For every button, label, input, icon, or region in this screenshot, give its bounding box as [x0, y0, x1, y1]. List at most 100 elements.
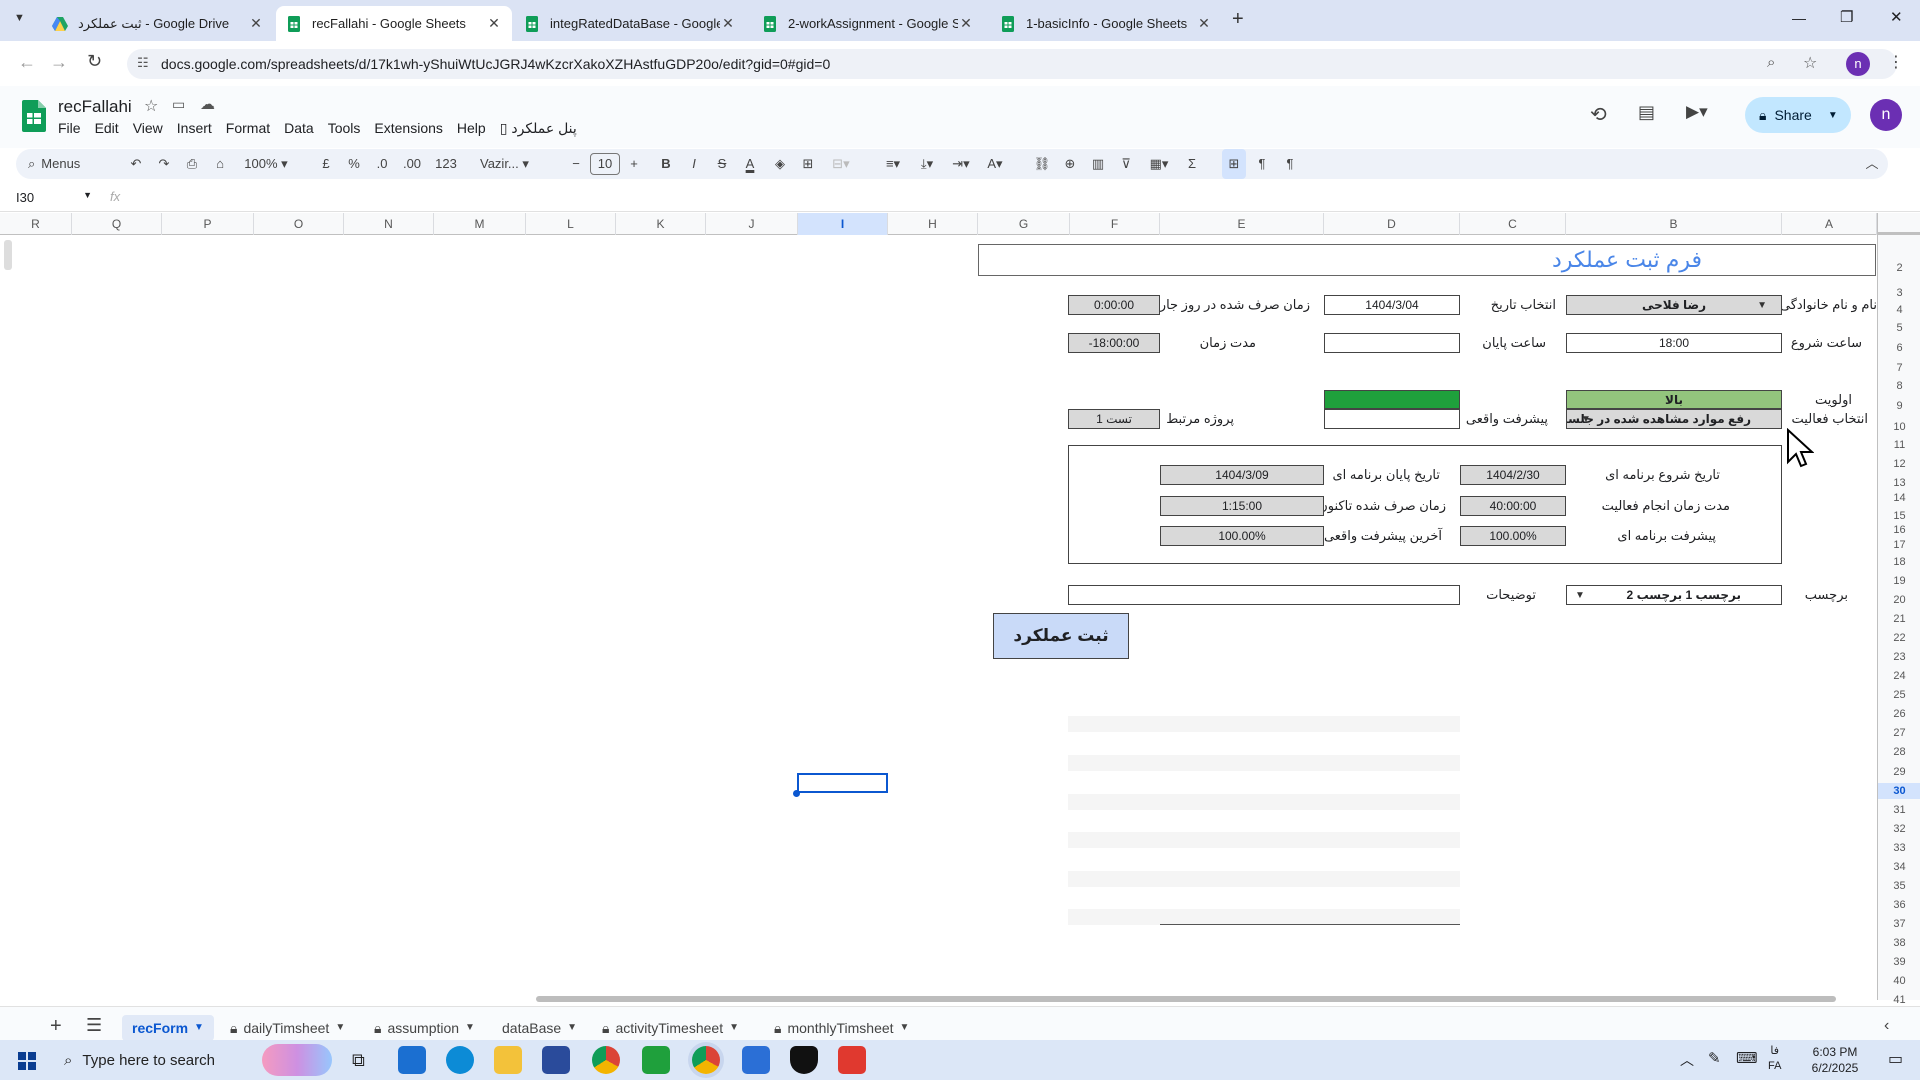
- sheets-logo-icon[interactable]: [22, 100, 46, 132]
- window-close-icon[interactable]: ✕: [1890, 8, 1903, 26]
- row-header[interactable]: 9: [1878, 398, 1920, 414]
- increase-decimal-button[interactable]: .00: [398, 149, 426, 179]
- column-header[interactable]: J: [706, 213, 798, 235]
- vertical-align-icon[interactable]: ⤓▾: [912, 149, 942, 179]
- explore-collapse-icon[interactable]: ‹: [1884, 1017, 1889, 1035]
- menu-help[interactable]: Help: [457, 120, 486, 137]
- all-sheets-icon[interactable]: ☰: [86, 1015, 102, 1036]
- print-icon[interactable]: ⎙: [180, 149, 204, 179]
- merge-cells-icon[interactable]: ⊟▾: [826, 149, 856, 179]
- chrome-icon[interactable]: [592, 1046, 620, 1074]
- column-header[interactable]: G: [978, 213, 1070, 235]
- functions-icon[interactable]: Σ: [1182, 149, 1202, 179]
- row-header[interactable]: 32: [1878, 821, 1920, 837]
- meet-icon[interactable]: ▶▾: [1686, 102, 1708, 122]
- row-header[interactable]: 17: [1878, 537, 1920, 553]
- comment-icon[interactable]: ⊕: [1060, 149, 1080, 179]
- edge-icon[interactable]: [446, 1046, 474, 1074]
- row-header[interactable]: 5: [1878, 320, 1920, 336]
- column-header[interactable]: Q: [72, 213, 162, 235]
- row-header[interactable]: 18: [1878, 554, 1920, 570]
- tab-search-icon[interactable]: ▼: [14, 12, 30, 28]
- column-header[interactable]: N: [344, 213, 434, 235]
- windows-start-icon[interactable]: [18, 1052, 36, 1070]
- row-header[interactable]: 38: [1878, 935, 1920, 951]
- share-button[interactable]: 🔒︎ Share ▼: [1745, 97, 1851, 133]
- activity-select[interactable]: رفع موارد مشاهده شده در جلسات...▼: [1566, 409, 1782, 429]
- font-size-input[interactable]: 10: [590, 153, 620, 175]
- row-header[interactable]: 19: [1878, 573, 1920, 589]
- text-rotation-icon[interactable]: A▾: [980, 149, 1010, 179]
- chrome-active-icon[interactable]: [692, 1046, 720, 1074]
- store-icon[interactable]: [398, 1046, 426, 1074]
- close-icon[interactable]: ✕: [958, 15, 974, 32]
- select-all-corner[interactable]: [1877, 213, 1920, 235]
- font-select[interactable]: Vazir... ▾: [472, 149, 552, 179]
- bold-icon[interactable]: B: [656, 149, 676, 179]
- doc-title[interactable]: recFallahi: [58, 97, 132, 117]
- account-avatar[interactable]: n: [1870, 99, 1902, 131]
- menus-search-button[interactable]: ⌕ Menus: [28, 149, 118, 179]
- collapse-toolbar-icon[interactable]: ︿: [1862, 149, 1882, 179]
- security-shield-icon[interactable]: [790, 1046, 818, 1074]
- column-header-selected[interactable]: I: [798, 213, 888, 235]
- sheet-tab[interactable]: 🔒︎ assumption ▼: [364, 1015, 485, 1041]
- close-icon[interactable]: ✕: [248, 15, 264, 32]
- number-format-button[interactable]: 123: [430, 149, 462, 179]
- menu-edit[interactable]: Edit: [95, 120, 119, 137]
- freeze-icon[interactable]: ⊞: [1222, 149, 1246, 179]
- row-header[interactable]: 24: [1878, 668, 1920, 684]
- tag-select[interactable]: برچسب 1 برچسب 2 ▼: [1566, 585, 1782, 605]
- selected-cell[interactable]: [797, 773, 888, 793]
- browser-tab[interactable]: 1-basicInfo - Google Sheets ✕: [990, 6, 1222, 41]
- browser-tab[interactable]: 2-workAssignment - Google Sh ✕: [752, 6, 984, 41]
- forward-icon[interactable]: →: [50, 52, 68, 73]
- paint-format-icon[interactable]: ⌂: [208, 149, 232, 179]
- column-header[interactable]: H: [888, 213, 978, 235]
- row-header[interactable]: 28: [1878, 744, 1920, 760]
- tray-chevron-icon[interactable]: ︿: [1680, 1050, 1694, 1070]
- italic-icon[interactable]: I: [684, 149, 704, 179]
- sheet-tab[interactable]: 🔒︎ monthlyTimsheet ▼: [764, 1015, 919, 1041]
- new-tab-icon[interactable]: +: [1232, 8, 1244, 31]
- close-icon[interactable]: ✕: [486, 15, 502, 32]
- row-header[interactable]: 37: [1878, 916, 1920, 932]
- end-time-field[interactable]: [1324, 333, 1460, 353]
- cloud-status-icon[interactable]: ☁: [200, 95, 215, 113]
- camtasia-icon[interactable]: [642, 1046, 670, 1074]
- site-info-icon[interactable]: ☷: [137, 55, 149, 71]
- decrease-decimal-button[interactable]: .0: [370, 149, 394, 179]
- row-header[interactable]: 6: [1878, 340, 1920, 356]
- recorder-icon[interactable]: [838, 1046, 866, 1074]
- font-size-decrease-icon[interactable]: −: [566, 149, 586, 179]
- row-header[interactable]: 26: [1878, 706, 1920, 722]
- row-header[interactable]: 36: [1878, 897, 1920, 913]
- row-header[interactable]: 14: [1878, 490, 1920, 506]
- row-header[interactable]: 10: [1878, 419, 1920, 435]
- column-header[interactable]: A: [1782, 213, 1877, 235]
- column-header[interactable]: R: [0, 213, 72, 235]
- percent-button[interactable]: %: [344, 149, 364, 179]
- defender-icon[interactable]: [742, 1046, 770, 1074]
- url-field[interactable]: ☷ docs.google.com/spreadsheets/d/17k1wh-…: [127, 49, 1897, 79]
- browser-tab[interactable]: integRatedDataBase - Google S ✕: [514, 6, 746, 41]
- column-header[interactable]: K: [616, 213, 706, 235]
- star-icon[interactable]: ☆: [144, 96, 158, 116]
- description-field[interactable]: [1068, 585, 1460, 605]
- redo-icon[interactable]: ↷: [152, 149, 176, 179]
- row-header[interactable]: 11: [1878, 437, 1920, 453]
- borders-icon[interactable]: ⊞: [798, 149, 818, 179]
- ltr-icon[interactable]: ¶: [1250, 149, 1274, 179]
- strikethrough-icon[interactable]: S: [712, 149, 732, 179]
- grid[interactable]: فرم ثبت عملکرد نام و نام خانوادگی رضا فل…: [0, 235, 1877, 1000]
- row-header[interactable]: 30: [1878, 783, 1920, 799]
- browser-tab[interactable]: ثبت عملکرد - Google Drive ✕: [42, 6, 274, 41]
- filter-views-icon[interactable]: ▦▾: [1144, 149, 1174, 179]
- actual-progress-field[interactable]: [1324, 409, 1460, 429]
- column-header[interactable]: M: [434, 213, 526, 235]
- menu-view[interactable]: View: [133, 120, 163, 137]
- restore-icon[interactable]: ❐: [1840, 8, 1853, 26]
- clock[interactable]: 6:03 PM 6/2/2025: [1800, 1044, 1870, 1076]
- horizontal-align-icon[interactable]: ≡▾: [878, 149, 908, 179]
- row-header[interactable]: 31: [1878, 802, 1920, 818]
